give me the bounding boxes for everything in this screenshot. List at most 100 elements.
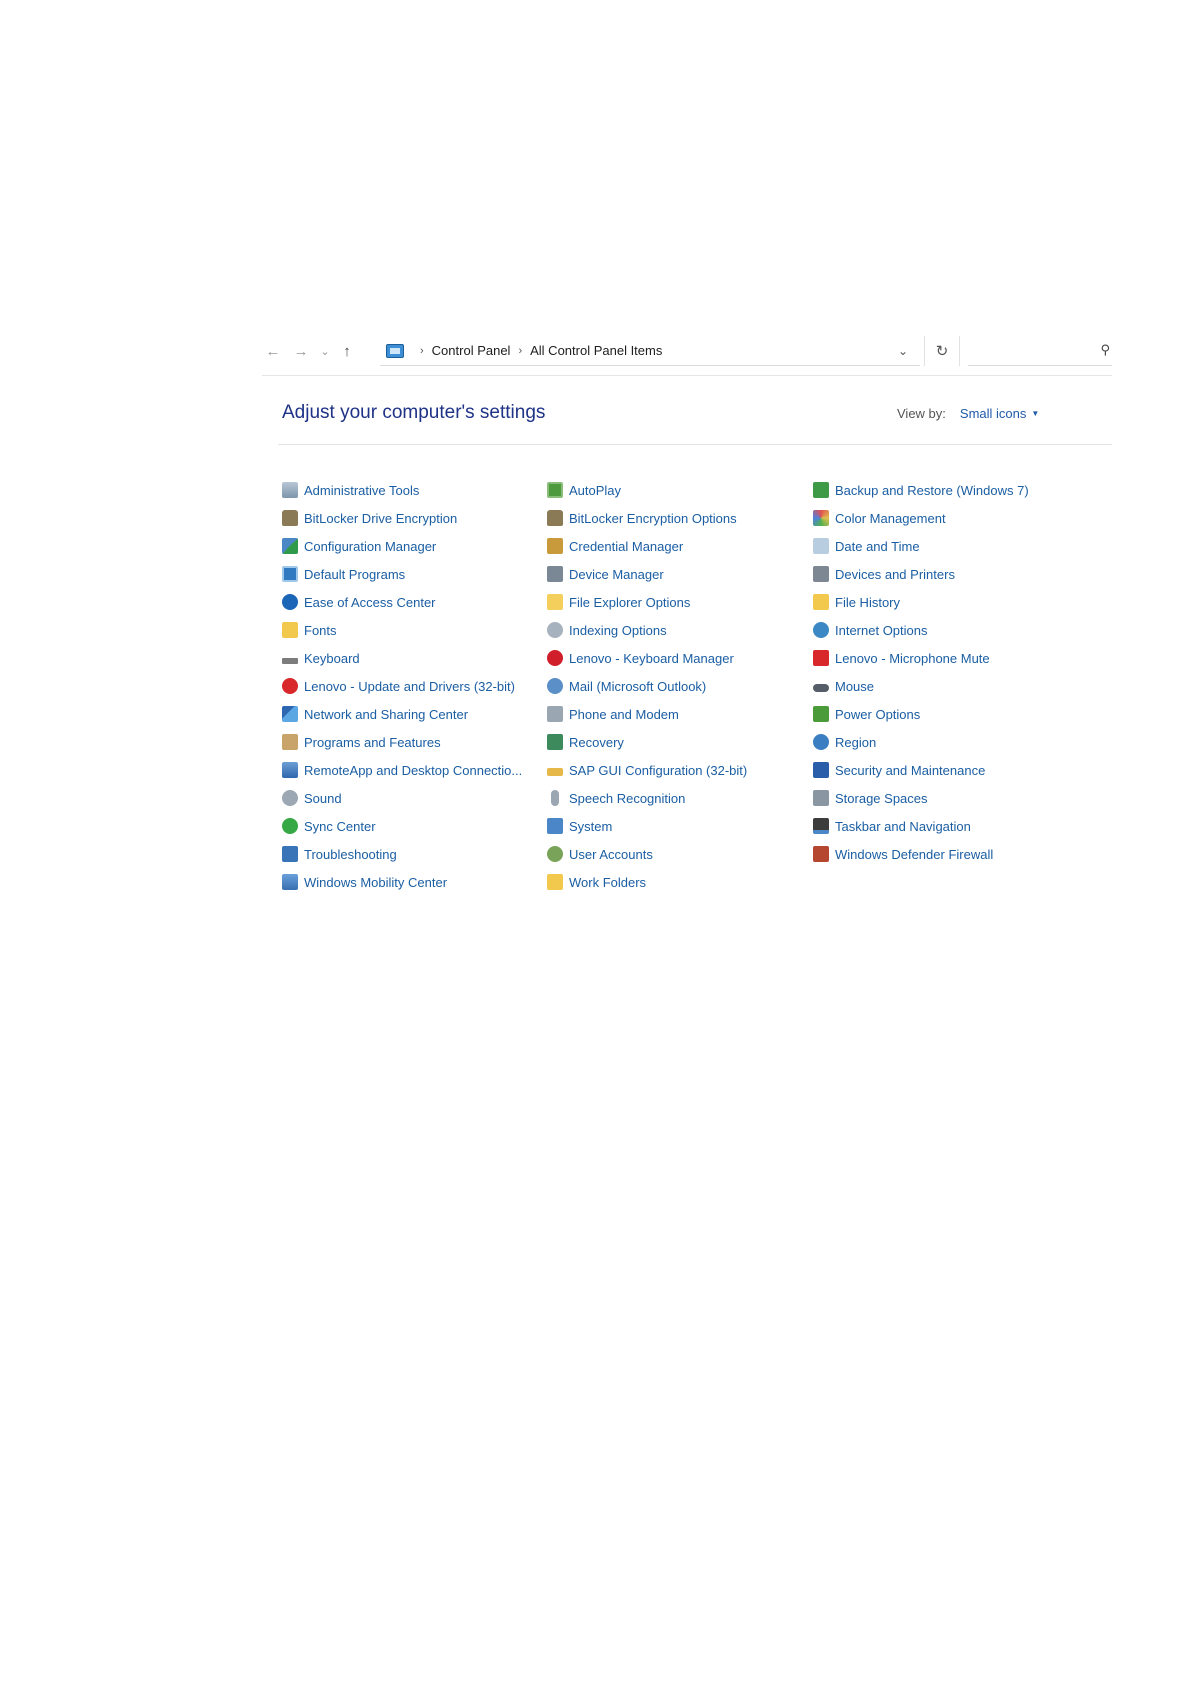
breadcrumb-separator-icon[interactable]: ›: [420, 345, 424, 357]
item-lenovo-update-drivers[interactable]: Lenovo - Update and Drivers (32-bit): [282, 672, 547, 700]
item-storage-spaces[interactable]: Storage Spaces: [813, 784, 1102, 812]
item-label: SAP GUI Configuration (32-bit): [569, 762, 748, 778]
bitlocker-icon: [282, 510, 298, 526]
item-programs-features[interactable]: Programs and Features: [282, 728, 547, 756]
item-label: Sync Center: [304, 818, 376, 834]
item-label: Internet Options: [835, 622, 928, 638]
item-speech-recognition[interactable]: Speech Recognition: [547, 784, 813, 812]
item-label: AutoPlay: [569, 482, 622, 498]
internet-options-icon: [813, 622, 829, 638]
item-label: Ease of Access Center: [304, 594, 436, 610]
item-mail[interactable]: Mail (Microsoft Outlook): [547, 672, 813, 700]
item-autoplay[interactable]: AutoPlay: [547, 476, 813, 504]
item-remoteapp-desktop-connections[interactable]: RemoteApp and Desktop Connectio...: [282, 756, 547, 784]
item-label: Configuration Manager: [304, 538, 437, 554]
item-system[interactable]: System: [547, 812, 813, 840]
control-panel-window: ← → ⌄ ↑ › Control Panel › All Control Pa…: [262, 330, 1112, 910]
mouse-icon: [813, 684, 829, 692]
item-label: Backup and Restore (Windows 7): [835, 482, 1029, 498]
item-internet-options[interactable]: Internet Options: [813, 616, 1102, 644]
divider: [262, 375, 1112, 376]
breadcrumb-separator-icon[interactable]: ›: [518, 345, 522, 357]
item-security-maintenance[interactable]: Security and Maintenance: [813, 756, 1102, 784]
item-file-history[interactable]: File History: [813, 588, 1102, 616]
view-by-dropdown[interactable]: Small icons: [960, 406, 1026, 421]
item-recovery[interactable]: Recovery: [547, 728, 813, 756]
item-windows-defender-firewall[interactable]: Windows Defender Firewall: [813, 840, 1102, 868]
default-programs-icon: [282, 566, 298, 582]
item-label: Lenovo - Update and Drivers (32-bit): [304, 678, 515, 694]
item-date-time[interactable]: Date and Time: [813, 532, 1102, 560]
item-label: RemoteApp and Desktop Connectio...: [304, 762, 523, 778]
search-input[interactable]: [968, 336, 1088, 364]
refresh-icon[interactable]: ↻: [924, 336, 960, 366]
item-label: BitLocker Encryption Options: [569, 510, 737, 526]
item-lenovo-microphone-mute[interactable]: Lenovo - Microphone Mute: [813, 644, 1102, 672]
item-user-accounts[interactable]: User Accounts: [547, 840, 813, 868]
item-backup-restore[interactable]: Backup and Restore (Windows 7): [813, 476, 1102, 504]
item-ease-of-access-center[interactable]: Ease of Access Center: [282, 588, 547, 616]
item-label: Sound: [304, 790, 342, 806]
sound-icon: [282, 790, 298, 806]
item-label: Fonts: [304, 622, 337, 638]
credential-manager-icon: [547, 538, 563, 554]
search-icon[interactable]: ⚲: [1100, 342, 1110, 358]
item-fonts[interactable]: Fonts: [282, 616, 547, 644]
forward-arrow-icon[interactable]: →: [290, 340, 312, 362]
item-network-sharing-center[interactable]: Network and Sharing Center: [282, 700, 547, 728]
item-label: Date and Time: [835, 538, 920, 554]
address-bar[interactable]: › Control Panel › All Control Panel Item…: [380, 336, 920, 366]
item-troubleshooting[interactable]: Troubleshooting: [282, 840, 547, 868]
programs-icon: [282, 734, 298, 750]
item-label: Color Management: [835, 510, 946, 526]
color-management-icon: [813, 510, 829, 526]
item-keyboard[interactable]: Keyboard: [282, 644, 547, 672]
taskbar-icon: [813, 818, 829, 834]
item-label: BitLocker Drive Encryption: [304, 510, 458, 526]
recovery-icon: [547, 734, 563, 750]
item-mouse[interactable]: Mouse: [813, 672, 1102, 700]
breadcrumb-all-items[interactable]: All Control Panel Items: [530, 343, 662, 358]
item-lenovo-keyboard-manager[interactable]: Lenovo - Keyboard Manager: [547, 644, 813, 672]
configuration-manager-icon: [282, 538, 298, 554]
recent-locations-chevron-icon[interactable]: ⌄: [314, 340, 336, 362]
item-phone-modem[interactable]: Phone and Modem: [547, 700, 813, 728]
item-label: Lenovo - Keyboard Manager: [569, 650, 734, 666]
item-label: Troubleshooting: [304, 846, 397, 862]
item-label: Windows Mobility Center: [304, 874, 448, 890]
fonts-icon: [282, 622, 298, 638]
item-bitlocker-drive-encryption[interactable]: BitLocker Drive Encryption: [282, 504, 547, 532]
item-region[interactable]: Region: [813, 728, 1102, 756]
item-device-manager[interactable]: Device Manager: [547, 560, 813, 588]
search-box[interactable]: ⚲: [968, 336, 1112, 366]
item-sync-center[interactable]: Sync Center: [282, 812, 547, 840]
firewall-icon: [813, 846, 829, 862]
item-windows-mobility-center[interactable]: Windows Mobility Center: [282, 868, 547, 896]
item-indexing-options[interactable]: Indexing Options: [547, 616, 813, 644]
dropdown-caret-icon[interactable]: ▼: [1031, 409, 1039, 418]
up-arrow-icon[interactable]: ↑: [336, 340, 358, 362]
item-sound[interactable]: Sound: [282, 784, 547, 812]
item-devices-printers[interactable]: Devices and Printers: [813, 560, 1102, 588]
admin-tools-icon: [282, 482, 298, 498]
item-bitlocker-encryption-options[interactable]: BitLocker Encryption Options: [547, 504, 813, 532]
security-flag-icon: [813, 762, 829, 778]
lenovo-mic-mute-icon: [813, 650, 829, 666]
backup-restore-icon: [813, 482, 829, 498]
indexing-options-icon: [547, 622, 563, 638]
item-administrative-tools[interactable]: Administrative Tools: [282, 476, 547, 504]
item-file-explorer-options[interactable]: File Explorer Options: [547, 588, 813, 616]
item-configuration-manager[interactable]: Configuration Manager: [282, 532, 547, 560]
item-credential-manager[interactable]: Credential Manager: [547, 532, 813, 560]
work-folders-icon: [547, 874, 563, 890]
item-taskbar-navigation[interactable]: Taskbar and Navigation: [813, 812, 1102, 840]
item-work-folders[interactable]: Work Folders: [547, 868, 813, 896]
item-sap-gui-configuration[interactable]: SAP GUI Configuration (32-bit): [547, 756, 813, 784]
back-arrow-icon[interactable]: ←: [262, 340, 284, 362]
address-dropdown-icon[interactable]: ⌄: [898, 344, 908, 358]
item-color-management[interactable]: Color Management: [813, 504, 1102, 532]
item-default-programs[interactable]: Default Programs: [282, 560, 547, 588]
storage-spaces-icon: [813, 790, 829, 806]
breadcrumb-control-panel[interactable]: Control Panel: [432, 343, 511, 358]
item-power-options[interactable]: Power Options: [813, 700, 1102, 728]
